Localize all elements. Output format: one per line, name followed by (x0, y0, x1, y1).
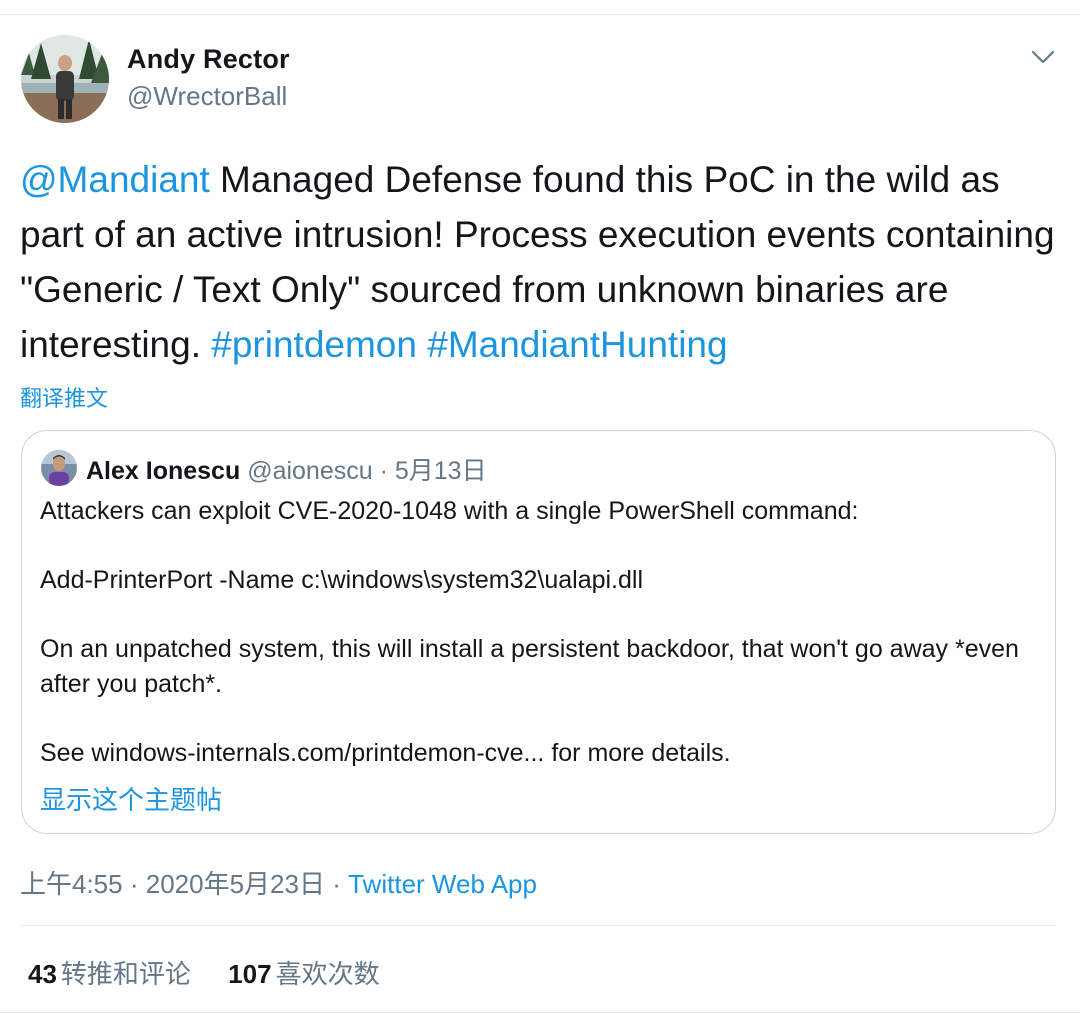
likes-label: 喜欢次数 (275, 959, 380, 989)
likes-stat[interactable]: 107 喜欢次数 (228, 954, 379, 991)
quoted-date: 5月13日 (394, 457, 487, 485)
quoted-paragraph: See windows-internals.com/printdemon-cve… (40, 739, 731, 767)
author-name[interactable]: Andy Rector (127, 44, 290, 75)
quoted-separator: · (379, 457, 388, 485)
quoted-paragraph: On an unpatched system, this will instal… (40, 635, 1019, 698)
meta-separator: · (332, 869, 341, 899)
divider (20, 925, 1056, 926)
meta-separator: · (129, 869, 139, 899)
top-divider (0, 14, 1080, 15)
chevron-down-icon[interactable] (1029, 46, 1057, 68)
author-avatar[interactable] (21, 35, 109, 123)
bottom-divider (0, 1012, 1080, 1013)
tweet-meta: 上午4:55 · 2020年5月23日 · Twitter Web App (20, 864, 537, 901)
quoted-author-handle: @aionescu (247, 457, 373, 485)
retweets-stat[interactable]: 43 转推和评论 (28, 954, 191, 991)
likes-count: 107 (228, 959, 272, 989)
quoted-paragraph: Add-PrinterPort -Name c:\windows\system3… (40, 566, 644, 594)
tweet-stats: 43 转推和评论 107 喜欢次数 (28, 954, 380, 991)
tweet-source-link[interactable]: Twitter Web App (348, 869, 537, 899)
tweet-time[interactable]: 上午4:55 (20, 869, 123, 899)
quoted-header: Alex Ionescu @aionescu · 5月13日 (86, 451, 487, 487)
hashtag-link[interactable]: #printdemon (211, 324, 417, 365)
show-thread-link[interactable]: 显示这个主题帖 (40, 780, 222, 817)
retweets-count: 43 (28, 959, 57, 989)
tweet-text: @Mandiant Managed Defense found this PoC… (20, 152, 1060, 372)
retweets-label: 转推和评论 (60, 959, 191, 989)
author-handle[interactable]: @WrectorBall (127, 81, 287, 112)
quoted-author-name: Alex Ionescu (86, 457, 241, 485)
quoted-paragraph: Attackers can exploit CVE-2020-1048 with… (40, 497, 859, 525)
hashtag-link[interactable]: #MandiantHunting (427, 324, 727, 365)
quoted-author-avatar (41, 450, 77, 486)
quoted-tweet-card[interactable]: Alex Ionescu @aionescu · 5月13日 Attackers… (21, 430, 1056, 834)
tweet-date[interactable]: 2020年5月23日 (146, 869, 325, 899)
translate-tweet-link[interactable]: 翻译推文 (20, 381, 108, 413)
mention-link[interactable]: @Mandiant (20, 159, 210, 200)
quoted-tweet-text: Attackers can exploit CVE-2020-1048 with… (40, 494, 1040, 771)
tweet-text-space (417, 324, 427, 365)
